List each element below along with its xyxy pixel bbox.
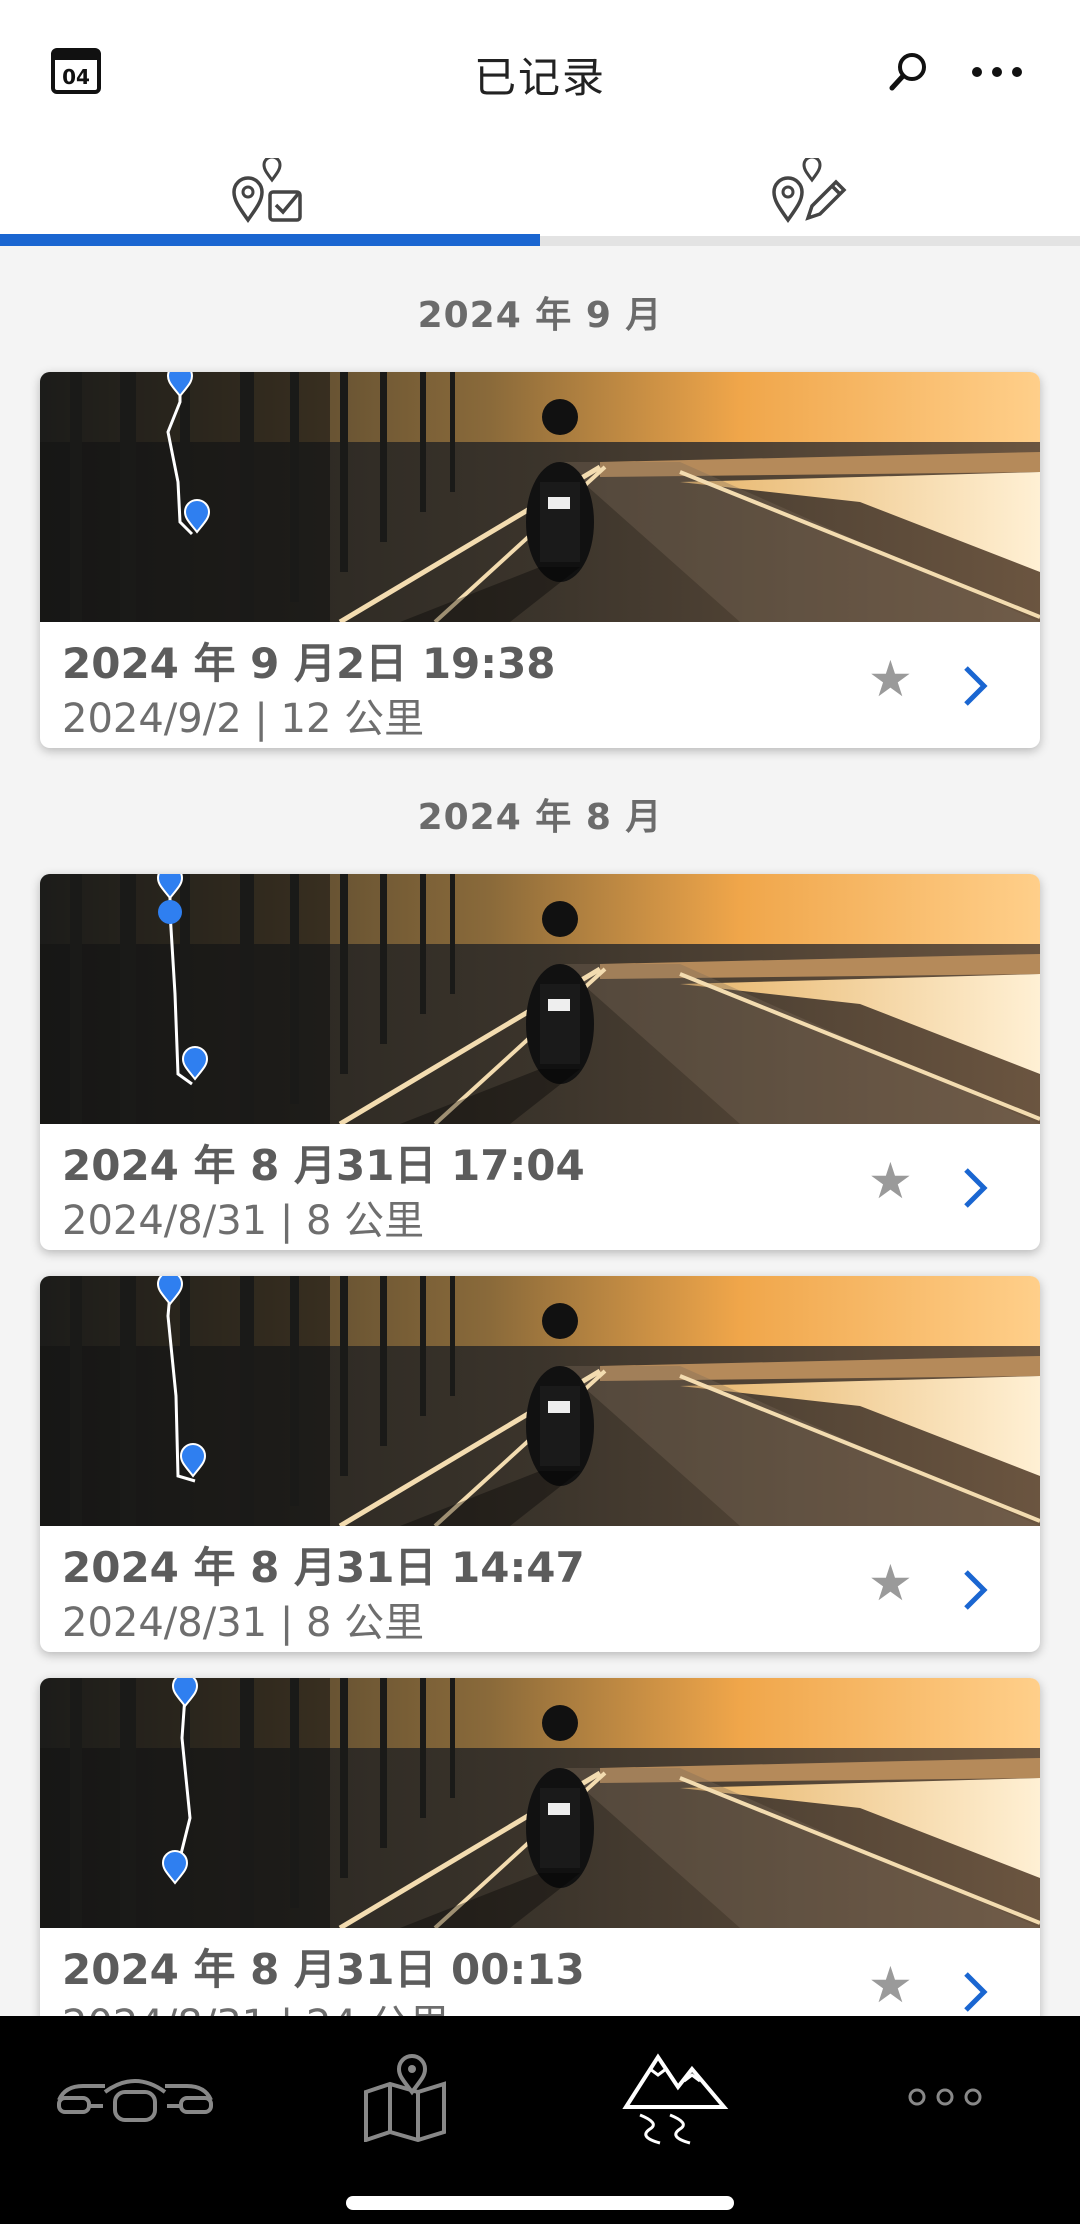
rides-list[interactable]: 2024 年 9 月 2024 年 9 月2日 19:38 2024/9/2 |… — [0, 246, 1080, 2016]
route-edit-icon — [772, 158, 847, 224]
route-track-icon — [156, 1276, 207, 1483]
ride-card[interactable]: 2024 年 8 月31日 00:13 2024/8/31 | 24 公里 ★ — [40, 1678, 1040, 2016]
ride-thumbnail — [40, 1678, 1040, 1928]
nav-vehicle[interactable] — [55, 2042, 215, 2152]
favorite-star-icon[interactable]: ★ — [868, 1156, 913, 1206]
ride-thumbnail — [40, 874, 1040, 1124]
ride-title: 2024 年 9 月2日 19:38 — [62, 639, 556, 688]
route-check-icon — [232, 158, 302, 224]
ride-thumbnail — [40, 372, 1040, 622]
app-header: 04 已记录 — [0, 0, 1080, 140]
nav-map[interactable] — [355, 2042, 455, 2152]
favorite-star-icon[interactable]: ★ — [868, 1960, 913, 2010]
favorite-star-icon[interactable]: ★ — [868, 1558, 913, 1608]
ride-subtitle: 2024/8/31 | 24 公里 — [62, 1992, 450, 2016]
ride-thumbnail — [40, 1276, 1040, 1526]
tab-planned-routes[interactable] — [540, 140, 1080, 246]
ride-subtitle: 2024/8/31 | 8 公里 — [62, 1600, 425, 1646]
chevron-right-icon[interactable] — [960, 1970, 990, 2014]
ride-subtitle: 2024/9/2 | 12 公里 — [62, 696, 425, 742]
ride-card[interactable]: 2024 年 8 月31日 17:04 2024/8/31 | 8 公里 ★ — [40, 874, 1040, 1250]
bottom-nav — [0, 2016, 1080, 2224]
ride-card[interactable]: 2024 年 8 月31日 14:47 2024/8/31 | 8 公里 ★ — [40, 1276, 1040, 1652]
tab-indicator-active — [0, 234, 540, 246]
ride-title: 2024 年 8 月31日 17:04 — [62, 1141, 585, 1190]
nav-more[interactable] — [895, 2042, 995, 2152]
ride-title: 2024 年 8 月31日 00:13 — [62, 1945, 585, 1994]
search-icon[interactable] — [888, 50, 930, 92]
chevron-right-icon[interactable] — [960, 664, 990, 708]
section-header-month: 2024 年 8 月 — [417, 797, 663, 838]
route-track-icon — [166, 372, 211, 536]
tab-indicator-inactive — [540, 236, 1080, 246]
tab-bar — [0, 140, 1080, 246]
motorcycle-icon — [57, 2079, 213, 2122]
ride-title: 2024 年 8 月31日 14:47 — [62, 1543, 585, 1592]
chevron-right-icon[interactable] — [960, 1568, 990, 1612]
chevron-right-icon[interactable] — [960, 1166, 990, 1210]
ride-subtitle: 2024/8/31 | 8 公里 — [62, 1198, 425, 1244]
route-track-icon — [161, 1678, 199, 1885]
home-indicator[interactable] — [346, 2196, 734, 2210]
section-header-month: 2024 年 9 月 — [417, 295, 663, 336]
ride-card[interactable]: 2024 年 9 月2日 19:38 2024/9/2 | 12 公里 ★ — [40, 372, 1040, 748]
tab-recorded-rides[interactable] — [0, 140, 540, 246]
dots-icon — [908, 2088, 982, 2106]
mountain-route-icon — [622, 2053, 729, 2145]
more-icon[interactable] — [970, 62, 1024, 82]
favorite-star-icon[interactable]: ★ — [868, 654, 913, 704]
map-icon — [364, 2054, 446, 2142]
nav-rides[interactable] — [620, 2042, 730, 2152]
route-track-icon — [156, 874, 209, 1086]
